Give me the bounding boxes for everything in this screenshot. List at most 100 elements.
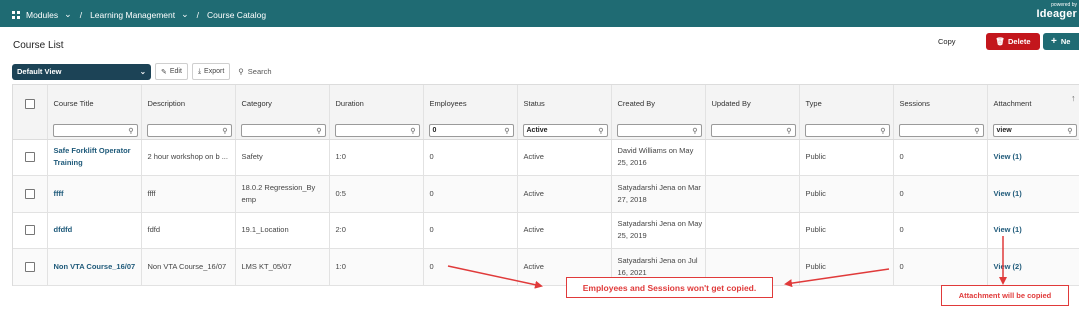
attachment-view-link[interactable]: View (2) xyxy=(987,248,1079,286)
type-cell: Public xyxy=(799,139,894,176)
filter-description[interactable]: ⚲ xyxy=(146,123,232,137)
status-cell: Active xyxy=(517,139,612,176)
filter-value: view xyxy=(996,126,1012,134)
column-header-updated-by[interactable]: Updated By xyxy=(705,85,800,122)
row-checkbox[interactable] xyxy=(25,261,35,272)
attachment-view-link[interactable]: View (1) xyxy=(987,139,1079,176)
search-icon: ⚲ xyxy=(692,127,698,135)
filter-type[interactable]: ⚲ xyxy=(804,123,890,137)
filter-cell: Active ⚲ xyxy=(517,122,612,140)
modules-grid-icon xyxy=(12,10,20,19)
filter-status[interactable]: Active ⚲ xyxy=(522,123,608,137)
select-all-checkbox[interactable] xyxy=(25,98,35,109)
search-icon: ⚲ xyxy=(1067,127,1073,135)
column-header-attachment[interactable]: Attachment ↑ xyxy=(987,85,1079,122)
search-icon: ⚲ xyxy=(974,127,980,135)
column-header-type[interactable]: Type xyxy=(799,85,894,122)
updated-by-cell xyxy=(705,212,800,249)
row-checkbox[interactable] xyxy=(25,152,35,163)
filter-row: ⚲ ⚲ ⚲ ⚲ 0 ⚲ Active ⚲ ⚲ ⚲ ⚲ ⚲ view ⚲ xyxy=(13,122,1079,140)
table-row[interactable]: Non VTA Course_16/07 Non VTA Course_16/0… xyxy=(13,248,1079,286)
attachment-view-link[interactable]: View (1) xyxy=(987,212,1079,249)
search-icon: ⚲ xyxy=(598,127,604,135)
row-select-cell xyxy=(13,175,48,213)
copy-button[interactable]: Copy xyxy=(938,37,956,46)
trash-icon: 🗑 xyxy=(995,37,1005,46)
search-icon: ⚲ xyxy=(316,127,322,135)
column-header-created-by[interactable]: Created By xyxy=(611,85,706,122)
new-label: Ne xyxy=(1060,37,1071,46)
column-header-employees[interactable]: Employees xyxy=(423,85,518,122)
filter-course-title[interactable]: ⚲ xyxy=(52,123,138,137)
course-title-link[interactable]: ffff xyxy=(47,175,142,213)
course-title-link[interactable]: Non VTA Course_16/07 xyxy=(47,248,142,286)
sort-arrow-icon[interactable]: ↑ xyxy=(1071,93,1076,103)
search-icon: ⚲ xyxy=(504,127,510,135)
filter-cell: ⚲ xyxy=(611,122,706,140)
search-icon: ⚲ xyxy=(880,127,886,135)
type-cell: Public xyxy=(799,175,894,213)
table-row[interactable]: Safe Forklift Operator Training 2 hour w… xyxy=(13,139,1079,176)
employees-cell: 0 xyxy=(423,139,518,176)
filter-created-by[interactable]: ⚲ xyxy=(616,123,702,137)
duration-cell: 1:0 xyxy=(329,248,424,286)
column-header-category[interactable]: Category xyxy=(235,85,330,122)
created-by-cell: Satyadarshi Jena on Mar 27, 2018 xyxy=(611,175,706,213)
delete-label: Delete xyxy=(1008,37,1031,46)
filter-duration[interactable]: ⚲ xyxy=(334,123,420,137)
duration-cell: 2:0 xyxy=(329,212,424,249)
edit-button[interactable]: ✎ Edit xyxy=(155,63,188,80)
created-by-cell: Satyadarshi Jena on May 25, 2019 xyxy=(611,212,706,249)
description-cell: ffff xyxy=(141,175,236,213)
attachment-header-label: Attachment xyxy=(993,99,1032,108)
category-cell: 18.0.2 Regression_By emp xyxy=(235,175,330,213)
new-button[interactable]: + Ne xyxy=(1043,33,1079,50)
filter-category[interactable]: ⚲ xyxy=(240,123,326,137)
course-title-link[interactable]: dfdfd xyxy=(47,212,142,249)
view-select[interactable]: Default View ⌄ xyxy=(12,63,151,80)
filter-employees[interactable]: 0 ⚲ xyxy=(428,123,514,137)
breadcrumb: Modules ⌄ / Learning Management ⌄ / Cour… xyxy=(12,9,266,20)
row-checkbox[interactable] xyxy=(25,188,35,199)
column-header-status[interactable]: Status xyxy=(517,85,612,122)
filter-sessions[interactable]: ⚲ xyxy=(898,123,984,137)
search-icon: ⚲ xyxy=(222,127,228,135)
search-placeholder: Search xyxy=(247,67,272,76)
delete-button[interactable]: 🗑 Delete xyxy=(986,33,1040,50)
category-cell: Safety xyxy=(235,139,330,176)
filter-cell: ⚲ xyxy=(329,122,424,140)
filter-cell: ⚲ xyxy=(705,122,800,140)
column-header-sessions[interactable]: Sessions xyxy=(893,85,988,122)
chevron-down-icon[interactable]: ⌄ xyxy=(64,9,72,20)
column-header-description[interactable]: Description xyxy=(141,85,236,122)
breadcrumb-course-catalog: Course Catalog xyxy=(207,9,267,20)
row-select-cell xyxy=(13,248,48,286)
column-header-duration[interactable]: Duration xyxy=(329,85,424,122)
course-title-link[interactable]: Safe Forklift Operator Training xyxy=(47,139,142,176)
breadcrumb-learning-management[interactable]: Learning Management xyxy=(90,10,175,20)
duration-cell: 0:5 xyxy=(329,175,424,213)
filter-attachment[interactable]: view ⚲ xyxy=(992,123,1077,137)
sessions-cell: 0 xyxy=(893,175,988,213)
table-row[interactable]: ffff ffff 18.0.2 Regression_By emp 0:5 0… xyxy=(13,175,1079,213)
description-cell: 2 hour workshop on b ... xyxy=(141,139,236,176)
breadcrumb-modules[interactable]: Modules xyxy=(26,10,58,20)
table-row[interactable]: dfdfd fdfd 19.1_Location 2:0 0 Active Sa… xyxy=(13,212,1079,249)
pencil-icon: ✎ xyxy=(161,68,167,76)
brand-name: Ideager xyxy=(1036,8,1077,20)
attachment-view-link[interactable]: View (1) xyxy=(987,175,1079,213)
column-header-course-title[interactable]: Course Title xyxy=(47,85,142,122)
filter-cell: ⚲ xyxy=(47,122,142,140)
filter-value: 0 xyxy=(432,126,437,134)
type-cell: Public xyxy=(799,248,894,286)
select-all-cell xyxy=(13,85,48,122)
row-select-cell xyxy=(13,212,48,249)
chevron-down-icon[interactable]: ⌄ xyxy=(181,9,189,20)
search-input[interactable]: ⚲ Search xyxy=(238,67,271,76)
export-label: Export xyxy=(204,68,225,75)
filter-updated-by[interactable]: ⚲ xyxy=(710,123,796,137)
row-checkbox[interactable] xyxy=(25,225,35,236)
export-button[interactable]: ⤓ Export xyxy=(191,63,231,80)
sessions-cell: 0 xyxy=(893,139,988,176)
header-row: Course Title Description Category Durati… xyxy=(13,85,1079,122)
